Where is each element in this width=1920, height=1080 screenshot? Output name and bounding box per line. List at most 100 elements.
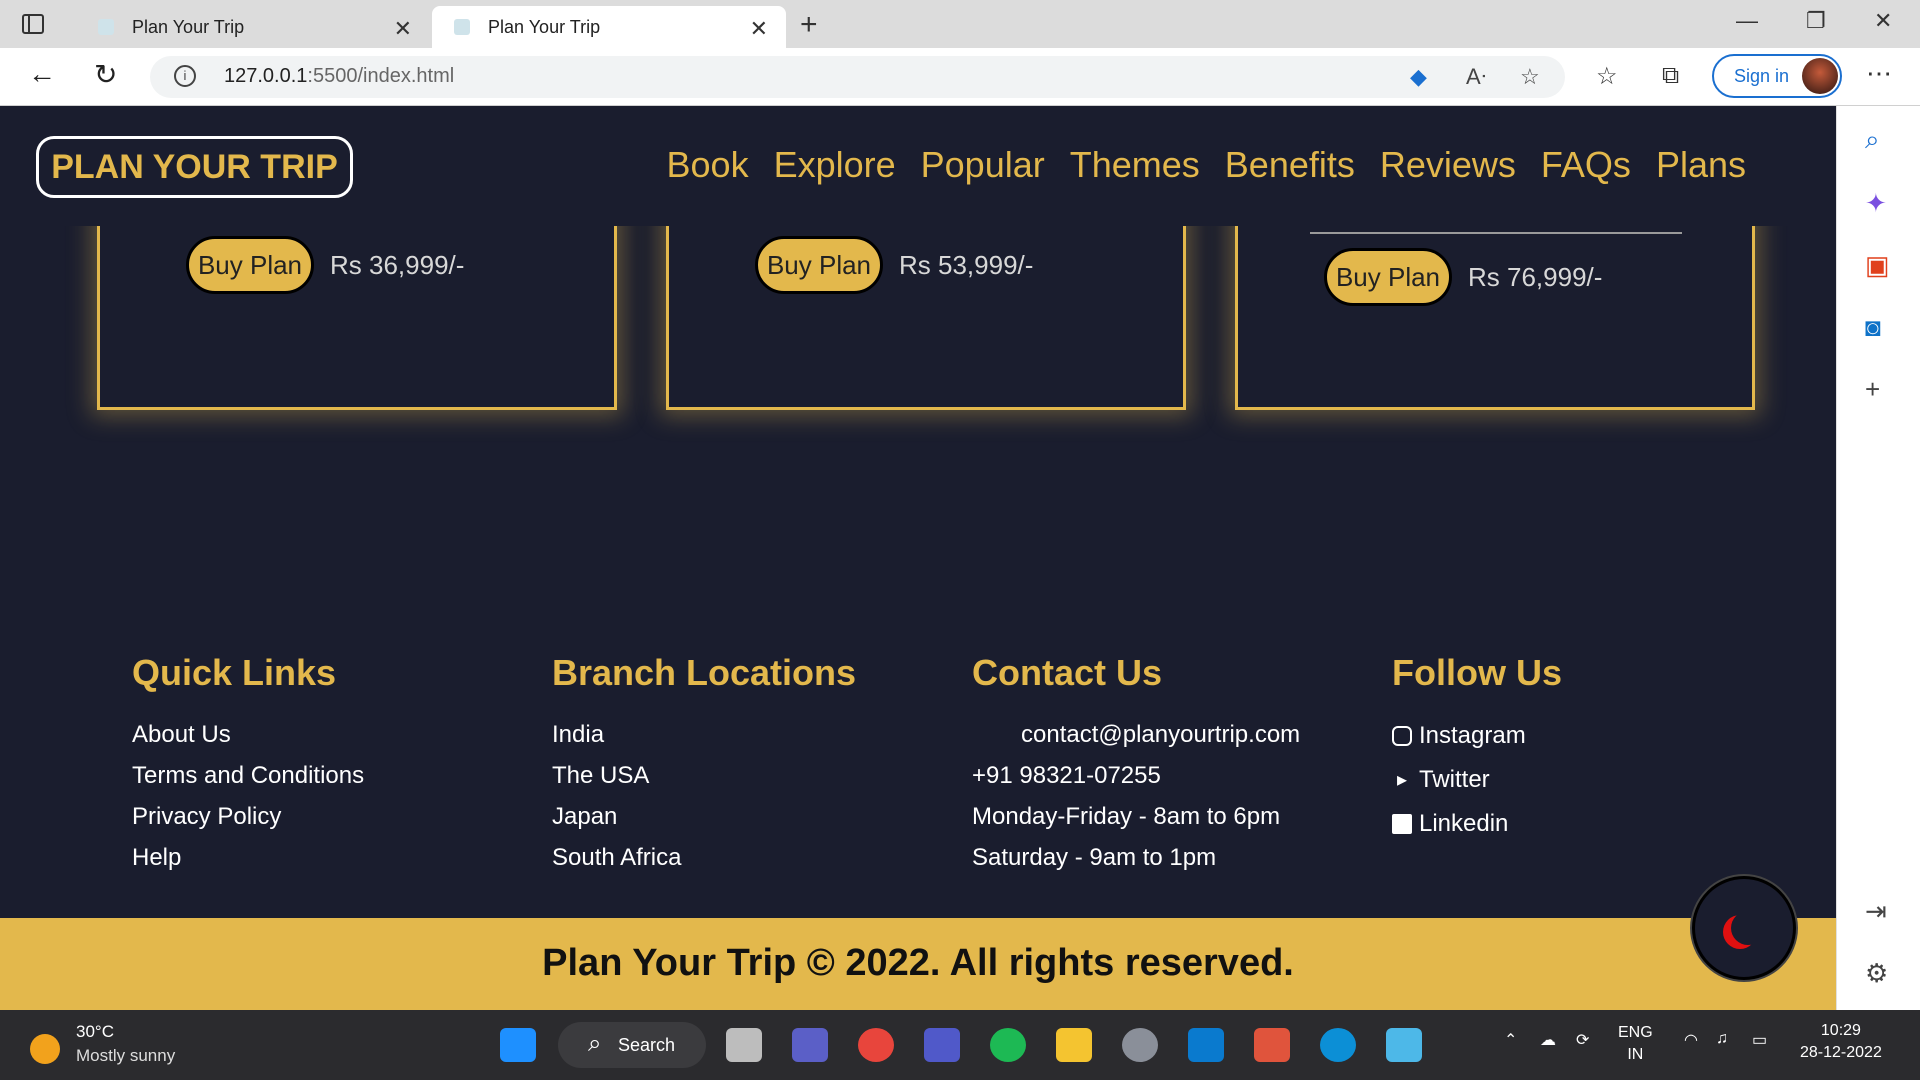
contact-hours: Monday-Friday - 8am to 6pm bbox=[972, 802, 1281, 830]
favorites-icon[interactable]: ☆ bbox=[1596, 62, 1618, 91]
footer-branches: Branch Locations India The USA Japan Sou… bbox=[552, 652, 856, 878]
language-indicator[interactable]: ENG IN bbox=[1618, 1022, 1653, 1066]
collections-icon[interactable]: ⧉ bbox=[1662, 62, 1679, 90]
weather-temp: 30°C bbox=[76, 1022, 114, 1041]
chevron-up-icon[interactable]: ⌃ bbox=[1504, 1030, 1517, 1050]
dark-mode-toggle[interactable] bbox=[1692, 876, 1796, 980]
browser-tab-active[interactable]: Plan Your Trip ✕ bbox=[432, 6, 786, 48]
social-twitter[interactable]: ▸ Twitter bbox=[1392, 758, 1562, 802]
vscode-icon[interactable] bbox=[1188, 1028, 1224, 1062]
tab-actions-icon[interactable] bbox=[22, 14, 44, 34]
hide-sidebar-icon[interactable]: ⇥ bbox=[1865, 896, 1887, 927]
footer-link[interactable]: About Us bbox=[132, 714, 364, 755]
notepad-icon[interactable] bbox=[1386, 1028, 1422, 1062]
divider bbox=[1310, 232, 1682, 234]
taskbar-search[interactable]: Search bbox=[558, 1022, 706, 1068]
settings-app-icon[interactable] bbox=[1122, 1028, 1158, 1062]
branch-item: India bbox=[552, 720, 605, 748]
footer-heading: Quick Links bbox=[132, 652, 337, 693]
refresh-icon[interactable]: ↻ bbox=[94, 58, 117, 91]
copyright-bar: Plan Your Trip © 2022. All rights reserv… bbox=[0, 918, 1836, 1010]
nav-reviews[interactable]: Reviews bbox=[1380, 144, 1516, 186]
branch-item: South Africa bbox=[552, 843, 682, 871]
battery-icon[interactable]: ▭ bbox=[1752, 1030, 1767, 1050]
weather-desc: Mostly sunny bbox=[76, 1046, 176, 1065]
social-linkedin[interactable]: Linkedin bbox=[1392, 802, 1562, 846]
file-explorer-icon[interactable] bbox=[1056, 1028, 1092, 1062]
lang-region: IN bbox=[1627, 1046, 1644, 1063]
restore-icon[interactable]: ❐ bbox=[1806, 8, 1826, 34]
url-field[interactable]: i 127.0.0.1:5500/index.html ◆ Aᐧ ☆ bbox=[150, 56, 1565, 98]
social-label: Linkedin bbox=[1419, 810, 1509, 837]
footer-link[interactable]: Terms and Conditions bbox=[132, 755, 364, 796]
edge-icon[interactable] bbox=[1320, 1028, 1356, 1062]
outlook-icon[interactable]: ◙ bbox=[1865, 312, 1881, 343]
spotify-icon[interactable] bbox=[990, 1028, 1026, 1062]
chrome-icon[interactable] bbox=[858, 1028, 894, 1062]
search-icon[interactable]: ⌕ bbox=[1865, 124, 1880, 156]
minimize-icon[interactable]: — bbox=[1736, 8, 1758, 34]
social-label: Twitter bbox=[1419, 766, 1490, 793]
nav-faqs[interactable]: FAQs bbox=[1541, 144, 1631, 186]
clock[interactable]: 10:29 28-12-2022 bbox=[1800, 1020, 1882, 1064]
onedrive-icon[interactable]: ☁ bbox=[1540, 1030, 1556, 1050]
copilot-icon[interactable]: ✦ bbox=[1865, 188, 1887, 219]
footer-link[interactable]: Privacy Policy bbox=[132, 796, 364, 837]
new-tab-icon[interactable]: + bbox=[800, 8, 818, 42]
add-favorite-icon[interactable]: ☆ bbox=[1520, 64, 1540, 90]
footer-heading: Follow Us bbox=[1392, 652, 1562, 693]
teams-icon[interactable] bbox=[924, 1028, 960, 1062]
buy-plan-button[interactable]: Buy Plan bbox=[186, 236, 314, 294]
footer-link[interactable]: Help bbox=[132, 837, 364, 878]
footer-heading: Contact Us bbox=[972, 652, 1163, 693]
page-viewport: Buy Plan Rs 36,999/- Buy Plan Rs 53,999/… bbox=[0, 106, 1836, 1010]
task-view-icon[interactable] bbox=[726, 1028, 762, 1062]
branch-item: The USA bbox=[552, 761, 650, 789]
footer-heading: Branch Locations bbox=[552, 652, 857, 693]
sign-in-label: Sign in bbox=[1734, 66, 1790, 86]
taskbar: 30°C Mostly sunny Search ⌃ ☁ ⟳ ENG IN ◠ … bbox=[0, 1010, 1920, 1080]
git-icon[interactable] bbox=[1254, 1028, 1290, 1062]
close-tab-icon[interactable]: ✕ bbox=[394, 16, 412, 42]
read-aloud-icon[interactable]: Aᐧ bbox=[1466, 64, 1486, 90]
office-icon[interactable]: ▣ bbox=[1865, 250, 1890, 281]
browser-tab[interactable]: Plan Your Trip ✕ bbox=[76, 6, 430, 48]
nav-plans[interactable]: Plans bbox=[1656, 144, 1746, 186]
avatar bbox=[1802, 58, 1838, 94]
buy-plan-button[interactable]: Buy Plan bbox=[755, 236, 883, 294]
nav-benefits[interactable]: Benefits bbox=[1225, 144, 1355, 186]
site-info-icon[interactable]: i bbox=[174, 65, 196, 87]
site-navbar: PLAN YOUR TRIP Book Explore Popular Them… bbox=[0, 106, 1836, 226]
branch-item: Japan bbox=[552, 802, 618, 830]
sync-icon[interactable]: ⟳ bbox=[1576, 1030, 1589, 1050]
nav-themes[interactable]: Themes bbox=[1070, 144, 1200, 186]
social-label: Instagram bbox=[1419, 722, 1526, 749]
add-icon[interactable]: + bbox=[1865, 374, 1880, 405]
close-tab-icon[interactable]: ✕ bbox=[750, 16, 768, 42]
chat-icon[interactable] bbox=[792, 1028, 828, 1062]
favicon-icon bbox=[454, 19, 470, 35]
instagram-icon bbox=[1392, 726, 1412, 746]
shopping-tag-icon[interactable]: ◆ bbox=[1410, 64, 1427, 90]
contact-phone: +91 98321-07255 bbox=[972, 761, 1161, 789]
nav-book[interactable]: Book bbox=[667, 144, 749, 186]
start-icon[interactable] bbox=[500, 1028, 536, 1062]
wifi-icon[interactable]: ◠ bbox=[1684, 1030, 1698, 1050]
taskbar-search-label: Search bbox=[618, 1035, 676, 1055]
nav-explore[interactable]: Explore bbox=[774, 144, 896, 186]
close-window-icon[interactable]: ✕ bbox=[1874, 8, 1892, 34]
social-instagram[interactable]: Instagram bbox=[1392, 714, 1562, 758]
sign-in-button[interactable]: Sign in bbox=[1712, 54, 1842, 98]
moon-icon bbox=[1731, 911, 1765, 945]
url-host: 127.0.0.1 bbox=[224, 65, 308, 87]
volume-icon[interactable]: ♫ bbox=[1716, 1030, 1728, 1048]
buy-plan-button[interactable]: Buy Plan bbox=[1324, 248, 1452, 306]
back-icon[interactable]: ← bbox=[28, 58, 56, 90]
tab-title: Plan Your Trip bbox=[132, 16, 245, 37]
more-menu-icon[interactable]: ⋯ bbox=[1866, 58, 1892, 89]
settings-icon[interactable]: ⚙ bbox=[1865, 958, 1888, 989]
site-logo[interactable]: PLAN YOUR TRIP bbox=[36, 136, 353, 198]
nav-popular[interactable]: Popular bbox=[921, 144, 1045, 186]
contact-email[interactable]: contact@planyourtrip.com bbox=[972, 714, 1300, 755]
tab-title: Plan Your Trip bbox=[488, 16, 601, 37]
